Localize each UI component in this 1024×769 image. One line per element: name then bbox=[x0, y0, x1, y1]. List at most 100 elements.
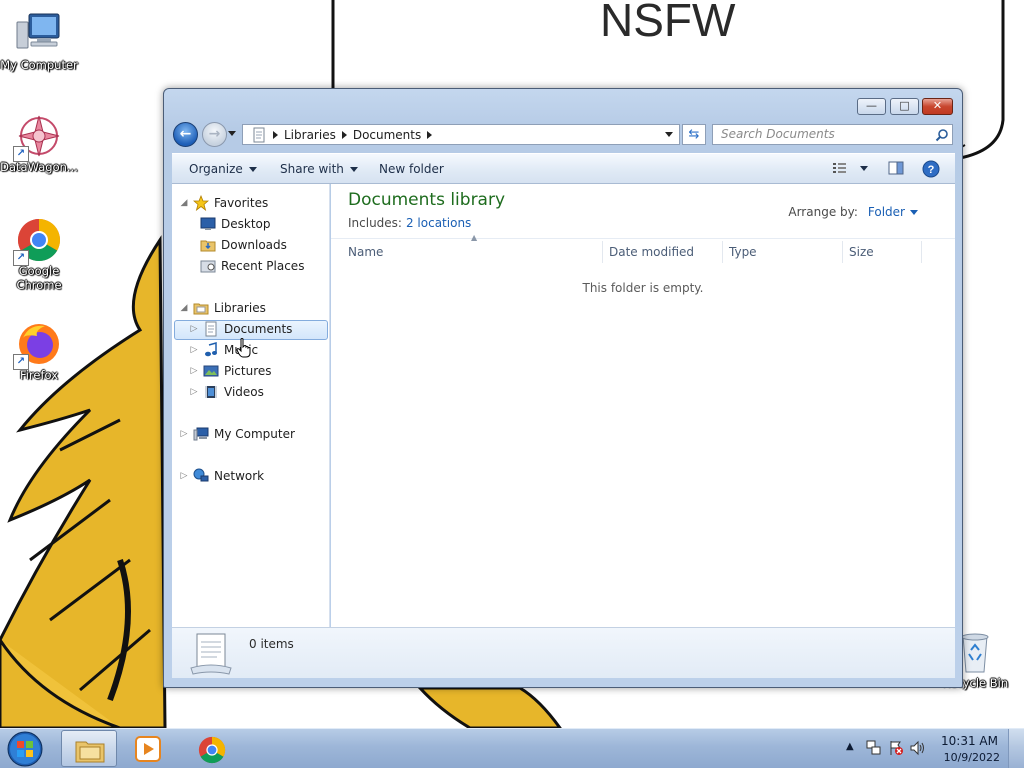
expanded-arrow-icon[interactable]: ◢ bbox=[180, 198, 188, 208]
nav-item-recent-places[interactable]: Recent Places bbox=[200, 256, 304, 276]
library-title: Documents library bbox=[348, 190, 506, 210]
navigation-pane: ◢ Favorites Desktop Downloads Recent Pla… bbox=[172, 184, 330, 627]
expanded-arrow-icon[interactable]: ◢ bbox=[180, 303, 188, 313]
includes-label: Includes: bbox=[348, 216, 402, 230]
nav-libraries[interactable]: ◢ Libraries bbox=[180, 298, 266, 318]
refresh-icon: ⇆ bbox=[688, 127, 700, 142]
show-hidden-icons-button[interactable]: ▲ bbox=[846, 741, 854, 752]
wallpaper-sign-text: NSFW bbox=[600, 0, 736, 46]
taskbar-chrome-button[interactable] bbox=[184, 730, 240, 767]
nav-item-pictures[interactable]: ▷ Pictures bbox=[190, 361, 272, 381]
sort-ascending-icon: ▲ bbox=[471, 233, 478, 242]
nav-network[interactable]: ▷ Network bbox=[180, 466, 264, 486]
arrow-left-icon: ← bbox=[179, 126, 192, 142]
change-view-button[interactable] bbox=[832, 161, 868, 175]
hand-cursor-icon bbox=[236, 338, 251, 358]
desktop-icon-label: Firefox bbox=[19, 368, 59, 382]
nav-item-downloads[interactable]: Downloads bbox=[200, 235, 287, 255]
share-with-label: Share with bbox=[280, 162, 344, 176]
clock-time[interactable]: 10:31 AM bbox=[941, 734, 998, 748]
address-history-dropdown[interactable] bbox=[665, 132, 673, 137]
locations-link[interactable]: 2 locations bbox=[406, 216, 471, 230]
nav-favorites-label: Favorites bbox=[214, 196, 269, 210]
chevron-down-icon bbox=[248, 166, 257, 172]
breadcrumb-documents[interactable]: Documents bbox=[353, 128, 421, 142]
breadcrumb-libraries[interactable]: Libraries bbox=[284, 128, 336, 142]
minimize-button[interactable]: — bbox=[857, 98, 886, 115]
forward-button[interactable]: → bbox=[202, 122, 227, 147]
clock-date[interactable]: 10/9/2022 bbox=[944, 751, 1000, 764]
taskbar-explorer-button[interactable] bbox=[61, 730, 117, 767]
chrome-icon bbox=[198, 736, 226, 764]
organize-label: Organize bbox=[189, 162, 243, 176]
arrange-by-dropdown[interactable]: Folder bbox=[868, 205, 918, 219]
preview-pane-button[interactable] bbox=[888, 161, 904, 175]
action-center-icon[interactable] bbox=[888, 740, 904, 756]
nav-my-computer[interactable]: ▷ My Computer bbox=[180, 424, 295, 444]
arrange-by-value: Folder bbox=[867, 205, 905, 219]
collapsed-arrow-icon[interactable]: ▷ bbox=[180, 471, 188, 481]
collapsed-arrow-icon[interactable]: ▷ bbox=[190, 387, 198, 397]
item-count: 0 items bbox=[249, 637, 294, 651]
maximize-button[interactable]: □ bbox=[890, 98, 919, 115]
search-icon[interactable] bbox=[935, 128, 949, 142]
collapsed-arrow-icon[interactable]: ▷ bbox=[190, 366, 198, 376]
column-divider[interactable] bbox=[602, 241, 603, 263]
desktop-icon-label: DataWagon... bbox=[0, 160, 78, 174]
column-divider[interactable] bbox=[842, 241, 843, 263]
new-folder-label: New folder bbox=[379, 162, 444, 176]
column-header-date-modified[interactable]: Date modified bbox=[609, 245, 694, 259]
recent-pages-button[interactable] bbox=[228, 129, 236, 139]
desktop-icon-firefox[interactable]: ↗ Firefox bbox=[0, 320, 81, 382]
column-header-size[interactable]: Size bbox=[849, 245, 874, 259]
explorer-window[interactable]: — □ ✕ ← → Libraries Documents ⇆ Search D… bbox=[163, 88, 963, 688]
chevron-down-icon bbox=[349, 166, 358, 172]
show-desktop-button[interactable] bbox=[1008, 729, 1024, 768]
documents-icon bbox=[205, 321, 217, 337]
desktop-icon-google-chrome[interactable]: ↗ Google Chrome bbox=[0, 216, 81, 292]
breadcrumb-separator-icon[interactable] bbox=[427, 130, 433, 139]
library-includes: Includes: 2 locations bbox=[348, 216, 471, 230]
share-with-button[interactable]: Share with bbox=[280, 162, 358, 176]
column-headers: ▲ Name Date modified Type Size bbox=[331, 233, 955, 265]
nav-favorites[interactable]: ◢ Favorites bbox=[180, 193, 268, 213]
videos-icon bbox=[205, 386, 217, 398]
collapsed-arrow-icon[interactable]: ▷ bbox=[190, 324, 198, 334]
collapsed-arrow-icon[interactable]: ▷ bbox=[180, 429, 188, 439]
volume-icon[interactable] bbox=[910, 740, 926, 756]
documents-library-large-icon bbox=[190, 633, 232, 675]
refresh-button[interactable]: ⇆ bbox=[682, 124, 706, 145]
column-header-type[interactable]: Type bbox=[729, 245, 757, 259]
taskbar-media-player-button[interactable] bbox=[121, 730, 177, 767]
collapsed-arrow-icon[interactable]: ▷ bbox=[190, 345, 198, 355]
arrange-by: Arrange by: Folder bbox=[788, 205, 918, 219]
search-input[interactable]: Search Documents bbox=[712, 124, 953, 145]
recent-places-icon bbox=[200, 260, 216, 273]
organize-button[interactable]: Organize bbox=[189, 162, 257, 176]
nav-network-label: Network bbox=[214, 469, 265, 483]
nav-item-label: Downloads bbox=[221, 238, 287, 252]
help-button[interactable]: ? bbox=[922, 160, 940, 178]
breadcrumb-separator-icon bbox=[273, 130, 278, 139]
nav-libraries-label: Libraries bbox=[214, 301, 266, 315]
system-tray: ▲ 10:31 AM 10/9/2022 bbox=[838, 729, 1024, 769]
nav-item-label: Documents bbox=[224, 322, 293, 336]
new-folder-button[interactable]: New folder bbox=[379, 162, 444, 176]
empty-folder-message: This folder is empty. bbox=[582, 281, 704, 295]
nav-item-desktop[interactable]: Desktop bbox=[200, 214, 271, 234]
nav-item-documents[interactable]: ▷ Documents bbox=[190, 319, 292, 339]
shortcut-arrow-icon: ↗ bbox=[13, 354, 29, 370]
nav-my-computer-label: My Computer bbox=[214, 427, 295, 441]
close-button[interactable]: ✕ bbox=[922, 98, 953, 115]
desktop-icon-my-computer[interactable]: My Computer bbox=[0, 10, 81, 72]
desktop-icon-datawagon[interactable]: ↗ DataWagon... bbox=[0, 112, 81, 174]
chevron-down-icon bbox=[860, 165, 868, 171]
address-bar[interactable]: Libraries Documents bbox=[242, 124, 680, 145]
back-button[interactable]: ← bbox=[173, 122, 198, 147]
column-divider[interactable] bbox=[921, 241, 922, 263]
network-tray-icon[interactable] bbox=[866, 740, 882, 756]
column-divider[interactable] bbox=[722, 241, 723, 263]
column-header-name[interactable]: Name bbox=[348, 245, 383, 259]
start-button[interactable] bbox=[5, 730, 45, 768]
nav-item-videos[interactable]: ▷ Videos bbox=[190, 382, 264, 402]
